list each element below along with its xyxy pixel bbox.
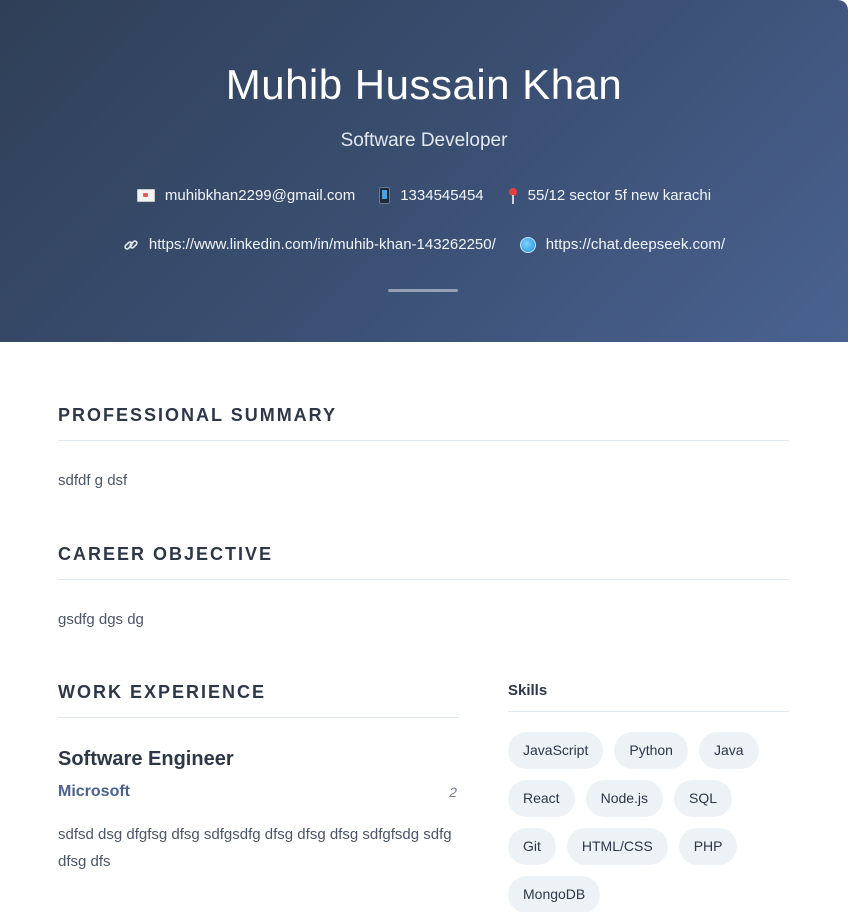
contact-website[interactable]: https://chat.deepseek.com/	[519, 236, 725, 253]
contact-phone[interactable]: 1334545454	[379, 187, 484, 204]
skill-tag: Python	[614, 732, 688, 769]
contact-row-primary: muhibkhan2299@gmail.com 1334545454 55/12…	[0, 187, 848, 204]
candidate-name: Muhib Hussain Khan	[225, 61, 623, 108]
candidate-role: Software Developer	[340, 130, 508, 151]
job-title: Software Engineer	[58, 748, 234, 770]
professional-summary-section: PROFESSIONAL SUMMARY sdfdf g dsf	[58, 405, 789, 494]
skill-tag: MongoDB	[508, 876, 601, 912]
career-objective-section: CAREER OBJECTIVE gsdfg dgs dg	[58, 544, 789, 633]
address-text: 55/12 sector 5f new karachi	[527, 187, 712, 204]
job-duration: 2	[449, 784, 457, 800]
website-link[interactable]: https://chat.deepseek.com/	[546, 236, 725, 253]
header-divider	[388, 289, 458, 292]
mail-icon	[136, 189, 155, 202]
phone-icon	[379, 187, 391, 204]
contact-email[interactable]: muhibkhan2299@gmail.com	[136, 187, 356, 204]
work-experience-heading: WORK EXPERIENCE	[58, 682, 267, 702]
resume-header: Muhib Hussain Khan Software Developer mu…	[0, 0, 848, 342]
skill-tag: Git	[508, 828, 556, 865]
skills-heading: Skills	[508, 682, 548, 699]
contact-linkedin[interactable]: https://www.linkedin.com/in/muhib-khan-1…	[123, 236, 496, 253]
career-objective-text: gsdfg dgs dg	[58, 611, 144, 628]
professional-summary-heading: PROFESSIONAL SUMMARY	[58, 405, 338, 425]
skill-tag: HTML/CSS	[566, 828, 668, 865]
globe-icon	[519, 236, 536, 253]
email-text: muhibkhan2299@gmail.com	[164, 187, 356, 204]
phone-text: 1334545454	[400, 187, 484, 204]
skill-tag: PHP	[678, 828, 738, 865]
section-divider	[58, 717, 459, 718]
skill-tag: Node.js	[585, 780, 664, 817]
skill-tag: Java	[698, 732, 759, 769]
job-entry: Software Engineer Microsoft 2 sdfsd dsg …	[58, 748, 459, 875]
skills-tag-list: JavaScript Python Java React Node.js SQL…	[508, 732, 789, 912]
skill-tag: JavaScript	[508, 732, 604, 769]
professional-summary-text: sdfdf g dsf	[58, 472, 128, 489]
skill-tag: React	[508, 780, 575, 817]
skill-tag: SQL	[674, 780, 733, 817]
contact-row-links: https://www.linkedin.com/in/muhib-khan-1…	[0, 236, 848, 253]
resume-page: Muhib Hussain Khan Software Developer mu…	[0, 0, 848, 912]
linkedin-link[interactable]: https://www.linkedin.com/in/muhib-khan-1…	[149, 236, 496, 253]
section-divider	[508, 711, 789, 712]
career-objective-heading: CAREER OBJECTIVE	[58, 544, 274, 564]
link-icon	[124, 239, 138, 250]
contact-address: 55/12 sector 5f new karachi	[508, 187, 711, 204]
work-experience-section: WORK EXPERIENCE Software Engineer Micros…	[58, 682, 459, 875]
job-meta: Microsoft 2	[58, 783, 459, 801]
section-divider	[58, 440, 789, 441]
job-company: Microsoft	[58, 783, 130, 800]
skills-section: Skills JavaScript Python Java React Node…	[508, 682, 789, 912]
section-divider	[58, 579, 789, 580]
job-description: sdfsd dsg dfgfsg dfsg sdfgsdfg dfsg dfsg…	[58, 826, 452, 870]
location-pin-icon	[508, 187, 518, 204]
